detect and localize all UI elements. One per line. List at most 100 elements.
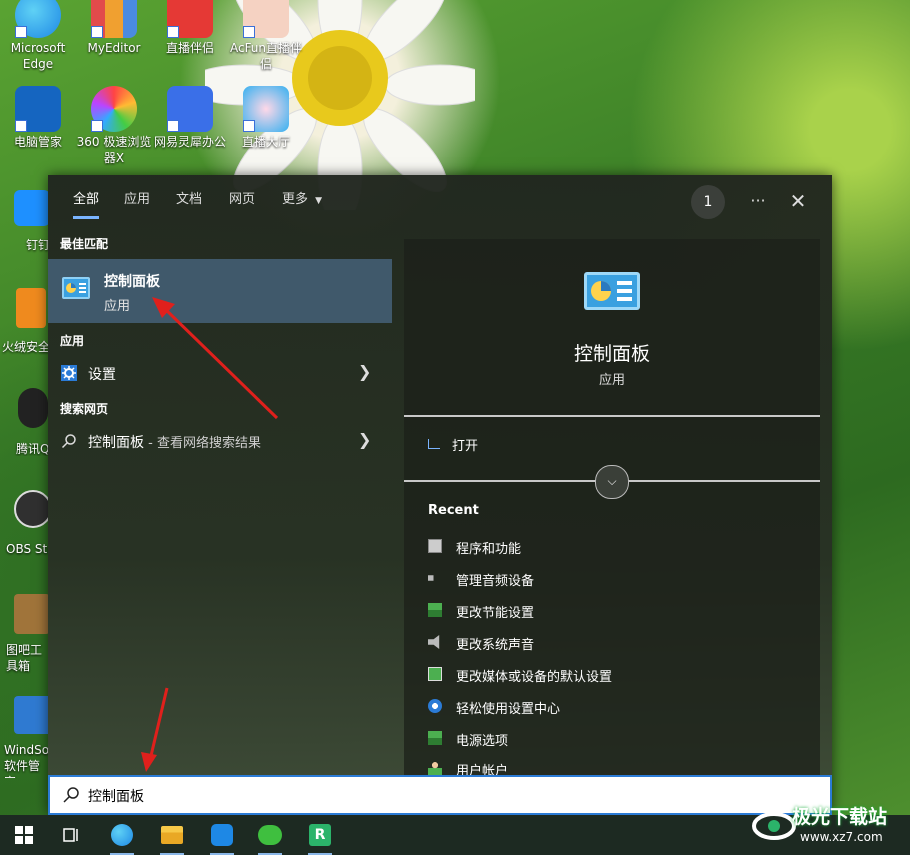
user-accounts-icon [428, 761, 442, 775]
autoplay-icon [428, 667, 442, 681]
best-match-title: 控制面板 [104, 274, 160, 290]
edge-icon [111, 824, 133, 846]
desktop-icon-live-hall[interactable]: 直播大厅 [228, 86, 304, 150]
search-icon [63, 787, 79, 803]
desktop-icon-label: OBS Studio [6, 542, 48, 556]
desktop-icon-lingxi[interactable]: 网易灵犀办公 [152, 86, 228, 150]
desktop-icon-label: 火绒安全 [2, 340, 48, 354]
tab-more[interactable]: 更多 ▼ [270, 189, 334, 213]
tab-more-label: 更多 [282, 192, 309, 207]
best-match-item[interactable]: 控制面板 应用 [48, 259, 392, 323]
programs-icon [428, 539, 442, 553]
lingxi-icon [167, 86, 213, 132]
more-options-icon[interactable]: ··· [743, 187, 773, 217]
search-box[interactable] [48, 775, 832, 815]
toolbox-icon [14, 594, 48, 634]
detail-type: 应用 [598, 373, 625, 388]
desktop-icon-label: WindSoul软件管家 [4, 743, 48, 778]
chevron-right-icon[interactable]: ❯ [358, 430, 371, 449]
chevron-right-icon[interactable]: ❯ [358, 362, 371, 381]
desktop-icon-acfun[interactable]: AcFun直播伴侣 [228, 0, 304, 72]
open-icon [428, 439, 440, 449]
app-result-label: 设置 [88, 367, 116, 383]
taskbar-edge[interactable] [102, 819, 142, 855]
rewards-badge[interactable]: 1 [691, 185, 725, 219]
open-label: 打开 [452, 439, 479, 454]
desktop-icon-label: 钉钉 [26, 238, 48, 252]
desktop-icon-edge[interactable]: Microsoft Edge [0, 0, 76, 72]
best-match-subtitle: 应用 [104, 299, 131, 314]
wechat-icon [258, 825, 282, 845]
web-result-text: 控制面板 - 查看网络搜索结果 [88, 432, 261, 452]
speaker-icon [428, 635, 440, 649]
task-view-icon [63, 828, 78, 842]
desktop-icon-obs[interactable]: OBS Studio [0, 488, 48, 558]
close-icon[interactable]: ✕ [783, 187, 813, 217]
live-companion-icon [167, 0, 213, 38]
recent-item-label: 程序和功能 [456, 542, 522, 557]
control-panel-icon [62, 277, 90, 299]
detail-pane: 控制面板 应用 打开 ⌵ Recent 程序和功能 管理音频设备 更改节能设置 … [404, 239, 820, 815]
desktop-icon-label: 网易灵犀办公 [153, 135, 226, 149]
recent-item-label: 更改媒体或设备的默认设置 [456, 670, 613, 685]
tab-web[interactable]: 网页 [217, 189, 267, 213]
tab-apps[interactable]: 应用 [112, 189, 162, 213]
desktop-icon-360-browser[interactable]: 360 极速浏览器X [76, 86, 152, 166]
taskbar-app-r[interactable]: R [300, 819, 340, 855]
power-plan-icon [428, 731, 442, 745]
web-query: 控制面板 [88, 435, 144, 451]
start-button[interactable] [4, 819, 44, 851]
desktop-icon-qq[interactable]: 腾讯QQ [0, 386, 48, 456]
desktop-icon-label: 腾讯QQ [16, 442, 48, 456]
desktop-icon-label: 电脑管家 [13, 135, 62, 149]
app-result-settings[interactable]: 设置 ❯ [48, 356, 392, 390]
web-result[interactable]: 控制面板 - 查看网络搜索结果 ❯ [48, 424, 392, 458]
desktop-icon-myeditor[interactable]: MyEditor [76, 0, 152, 56]
recent-item-label: 更改系统声音 [456, 638, 535, 653]
obs-icon [14, 490, 48, 528]
taskbar-file-explorer[interactable] [152, 819, 192, 855]
divider [404, 415, 820, 417]
taskbar-feishu[interactable] [202, 819, 242, 855]
desktop-icon-toolbox[interactable]: 图吧工具箱2021 [0, 592, 48, 676]
settings-gear-icon [61, 365, 77, 381]
desktop-icon-live-companion[interactable]: 直播伴侣 [152, 0, 228, 56]
chevron-down-icon: ▼ [315, 196, 323, 206]
desktop-icon-label: 360 极速浏览器X [76, 135, 152, 165]
dingtalk-icon [14, 190, 48, 226]
apps-heading: 应用 [60, 334, 85, 348]
open-action[interactable]: 打开 [428, 435, 478, 454]
live-hall-icon [243, 86, 289, 132]
recent-item-label: 管理音频设备 [456, 574, 535, 589]
start-icon [15, 826, 33, 844]
search-panel: 全部 应用 文档 网页 更多 ▼ 1 ··· ✕ 最佳匹配 控制面板 应用 应用 [48, 175, 832, 815]
expand-chevron-icon[interactable]: ⌵ [595, 465, 629, 499]
desktop-icon-windsoul[interactable]: WindSoul软件管家 [0, 694, 48, 778]
watermark-url: www.xz7.com [800, 830, 883, 844]
desktop-icon-label: 直播伴侣 [165, 41, 214, 55]
qq-icon [18, 388, 48, 428]
best-match-heading: 最佳匹配 [60, 237, 109, 251]
recent-item-label: 轻松使用设置中心 [456, 702, 561, 717]
web-suffix: - 查看网络搜索结果 [144, 436, 261, 451]
windsoul-icon [14, 696, 48, 734]
desktop-icon-pc-manager[interactable]: 电脑管家 [0, 86, 76, 150]
tab-all[interactable]: 全部 [61, 189, 111, 219]
tab-documents[interactable]: 文档 [164, 189, 214, 213]
search-icon [61, 434, 76, 449]
task-view-button[interactable] [52, 819, 92, 851]
search-input[interactable] [88, 785, 688, 807]
desktop-icon-label: AcFun直播伴侣 [229, 41, 303, 71]
desktop-icon-label: Microsoft Edge [10, 41, 66, 71]
recent-item-label: 电源选项 [456, 734, 509, 749]
desktop-icon-label: 图吧工具箱2021 [6, 643, 43, 676]
desktop-icon-dingtalk[interactable]: 钉钉 [0, 188, 48, 258]
desktop-icon-huorong[interactable]: 火绒安全 [0, 286, 48, 356]
recent-item-label: 更改节能设置 [456, 606, 535, 621]
feishu-icon [211, 824, 233, 846]
360-browser-icon [91, 86, 137, 132]
edge-icon [15, 0, 61, 38]
taskbar-wechat[interactable] [250, 819, 290, 855]
desktop-icon-label: 直播大厅 [241, 135, 290, 149]
control-panel-large-icon [584, 272, 640, 310]
